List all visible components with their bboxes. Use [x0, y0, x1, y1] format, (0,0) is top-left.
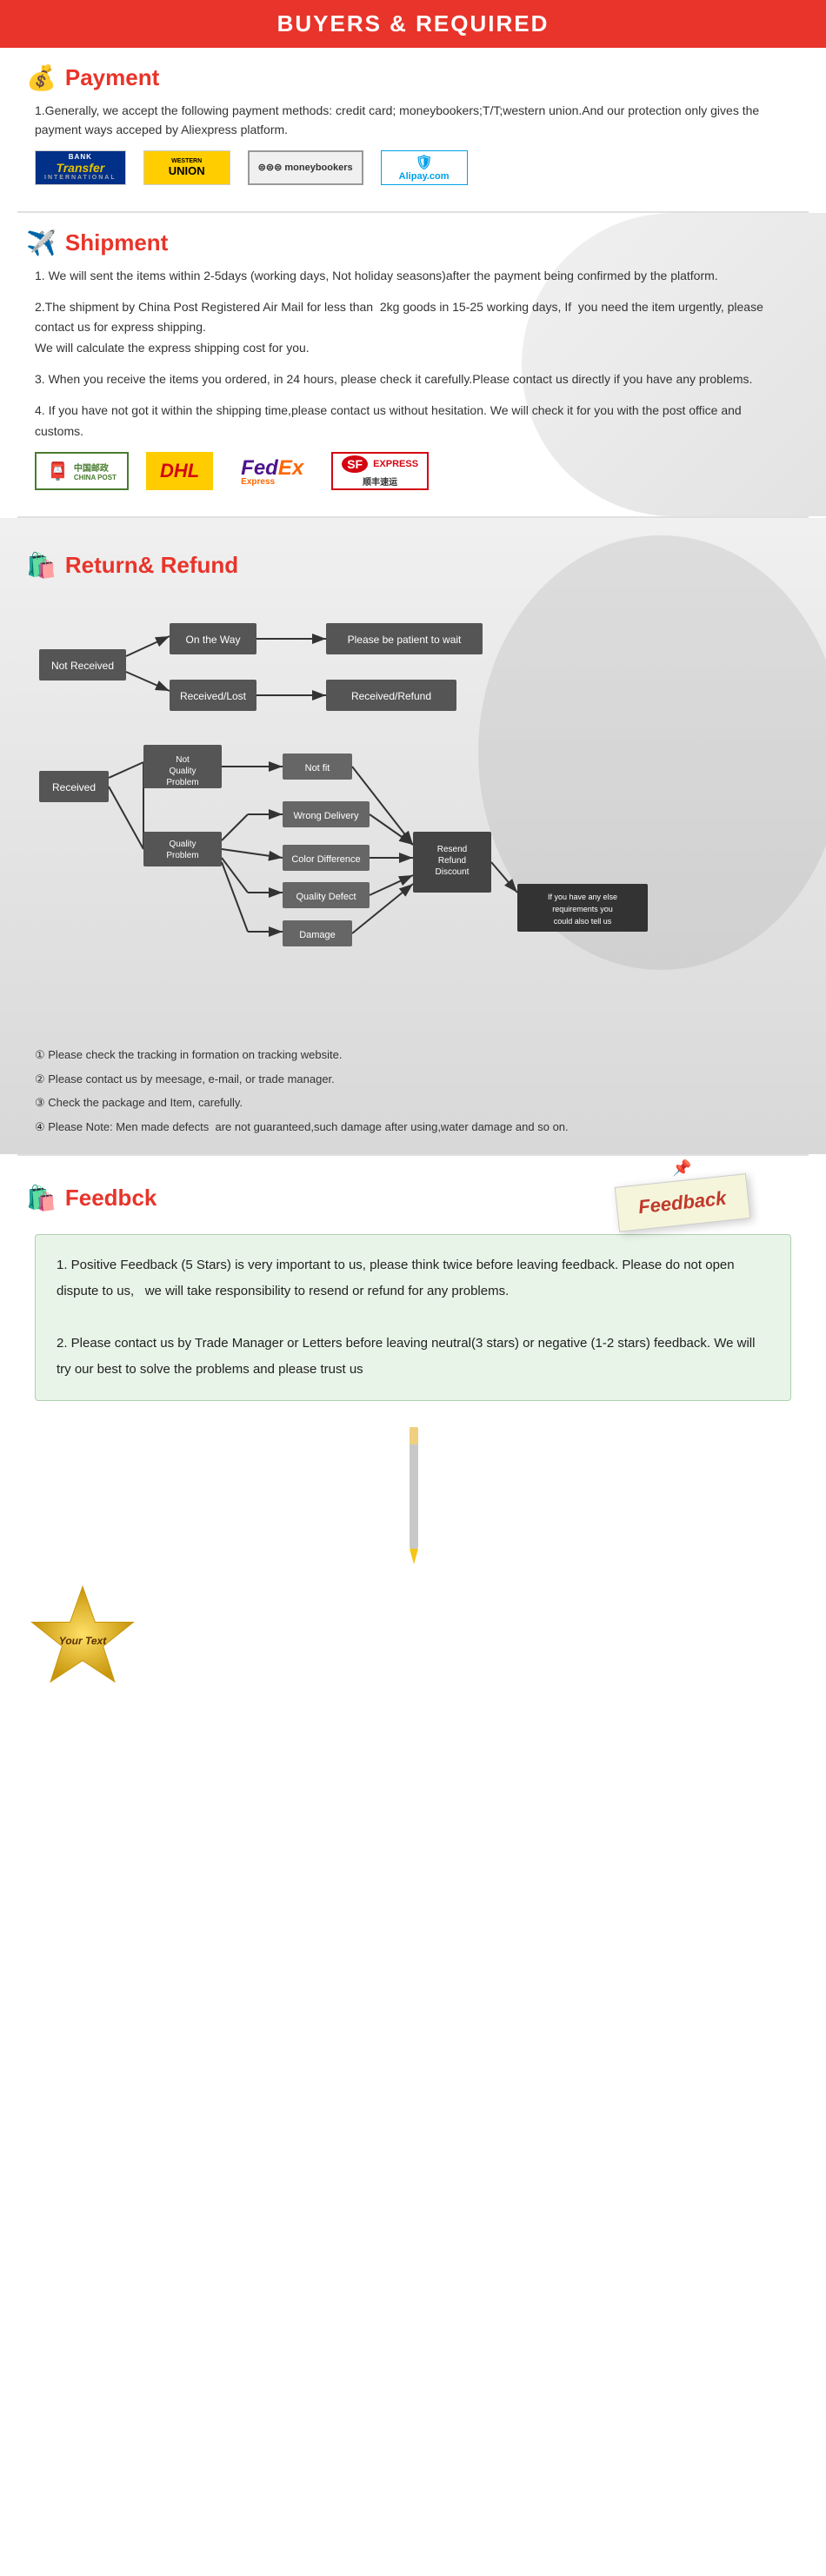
pushpin-icon: 📌 [672, 1159, 691, 1178]
svg-text:Refund: Refund [438, 856, 466, 866]
refund-flowchart: Not Received On the Way Please be patien… [17, 588, 809, 1027]
feedback-section-header: 🛍️ Feedbck 📌 Feedback [26, 1172, 800, 1225]
page-header: BUYERS & REQUIRED [0, 0, 826, 48]
refund-note-1: ① Please check the tracking in formation… [35, 1045, 791, 1065]
flowchart-svg: Not Received On the Way Please be patien… [17, 588, 809, 1023]
payment-title: Payment [65, 64, 159, 91]
feedback-point-1: 1. Positive Feedback (5 Stars) is very i… [57, 1252, 769, 1305]
payment-logos-row: BANK Transfer INTERNATIONAL WESTERN UNIO… [35, 150, 791, 185]
courier-logos-row: 📮 中国邮政 CHINA POST DHL FedEx Express SF E… [35, 452, 791, 490]
payment-description: 1.Generally, we accept the following pay… [35, 101, 791, 140]
refund-icon: 🛍️ [26, 551, 57, 580]
refund-note-4: ④ Please Note: Men made defects are not … [35, 1117, 791, 1137]
svg-text:Not Received: Not Received [51, 660, 114, 672]
shipment-section: ✈️ Shipment 1. We will sent the items wi… [0, 213, 826, 517]
moneybookers-logo: ⊜⊜⊜ moneybookers [248, 150, 363, 185]
refund-title: Return& Refund [65, 552, 238, 579]
alipay-logo: 🛡 Alipay.com [381, 150, 468, 185]
svg-text:Not: Not [176, 755, 190, 765]
payment-icon: 💰 [26, 63, 57, 92]
refund-note-2: ② Please contact us by meesage, e-mail, … [35, 1069, 791, 1089]
shipment-point-2: 2.The shipment by China Post Registered … [35, 297, 791, 359]
payment-section-header: 💰 Payment [26, 63, 800, 92]
shipment-point-1: 1. We will sent the items within 2-5days… [35, 266, 791, 287]
feedback-section: 🛍️ Feedbck 📌 Feedback 1. Positive Feedba… [0, 1156, 826, 1731]
svg-text:Received: Received [52, 781, 96, 793]
svg-text:Quality: Quality [169, 840, 196, 849]
sf-express-logo: SF EXPRESS 顺丰速运 [331, 452, 429, 490]
feedback-title: Feedbck [65, 1185, 157, 1212]
shipment-icon: ✈️ [26, 229, 57, 257]
feedback-card-area: 📌 Feedback [616, 1172, 749, 1225]
svg-text:Please be patient to wait: Please be patient to wait [348, 634, 462, 646]
chinapost-logo: 📮 中国邮政 CHINA POST [35, 452, 129, 490]
shipment-title: Shipment [65, 229, 168, 256]
svg-text:Resend: Resend [437, 845, 467, 854]
alipay-icon: 🛡 [415, 154, 432, 171]
svg-text:Quality Defect: Quality Defect [296, 892, 356, 902]
feedback-text-block: 1. Positive Feedback (5 Stars) is very i… [35, 1234, 791, 1401]
refund-note-3: ③ Check the package and Item, carefully. [35, 1092, 791, 1112]
svg-text:Problem: Problem [166, 851, 198, 860]
svg-text:Not fit: Not fit [305, 763, 330, 773]
dhl-logo: DHL [146, 452, 213, 490]
badge-svg: Your Text [26, 1583, 139, 1696]
svg-text:Received/Lost: Received/Lost [180, 690, 247, 702]
refund-section: 🛍️ Return& Refund Not Received On the Wa… [0, 518, 826, 1154]
feedback-card: Feedback [614, 1173, 749, 1232]
svg-text:Your Text: Your Text [59, 1635, 107, 1647]
page-title: BUYERS & REQUIRED [0, 10, 826, 37]
svg-text:could also tell us: could also tell us [554, 917, 612, 926]
svg-text:On the Way: On the Way [186, 634, 241, 646]
fedex-logo: FedEx Express [230, 452, 314, 490]
gold-star-badge: Your Text [26, 1583, 139, 1696]
chinapost-icon: 📮 [47, 461, 69, 482]
payment-section: 💰 Payment 1.Generally, we accept the fol… [0, 63, 826, 211]
svg-text:Problem: Problem [166, 778, 198, 787]
feedback-card-label: Feedback [636, 1187, 727, 1218]
svg-text:Color Difference: Color Difference [291, 854, 360, 865]
pencil-area [0, 1418, 826, 1575]
svg-text:Wrong Delivery: Wrong Delivery [294, 811, 359, 821]
feedback-section-icon: 🛍️ [26, 1184, 57, 1212]
shipment-point-4: 4. If you have not got it within the shi… [35, 401, 791, 442]
shipment-point-3: 3. When you receive the items you ordere… [35, 369, 791, 390]
feedback-point-2: 2. Please contact us by Trade Manager or… [57, 1331, 769, 1383]
bank-transfer-logo: BANK Transfer INTERNATIONAL [35, 150, 126, 185]
svg-text:Damage: Damage [299, 930, 336, 940]
svg-text:Received/Refund: Received/Refund [351, 690, 431, 702]
svg-text:Quality: Quality [169, 767, 196, 776]
gold-badge-area: Your Text [26, 1583, 800, 1696]
refund-notes: ① Please check the tracking in formation… [35, 1045, 791, 1137]
shipment-text-block: 1. We will sent the items within 2-5days… [35, 266, 791, 442]
svg-text:Discount: Discount [436, 867, 470, 877]
svg-text:requirements you: requirements you [552, 905, 613, 913]
svg-text:If you have any else: If you have any else [548, 893, 617, 901]
pencil-icon [396, 1418, 430, 1575]
western-union-logo: WESTERN UNION [143, 150, 230, 185]
